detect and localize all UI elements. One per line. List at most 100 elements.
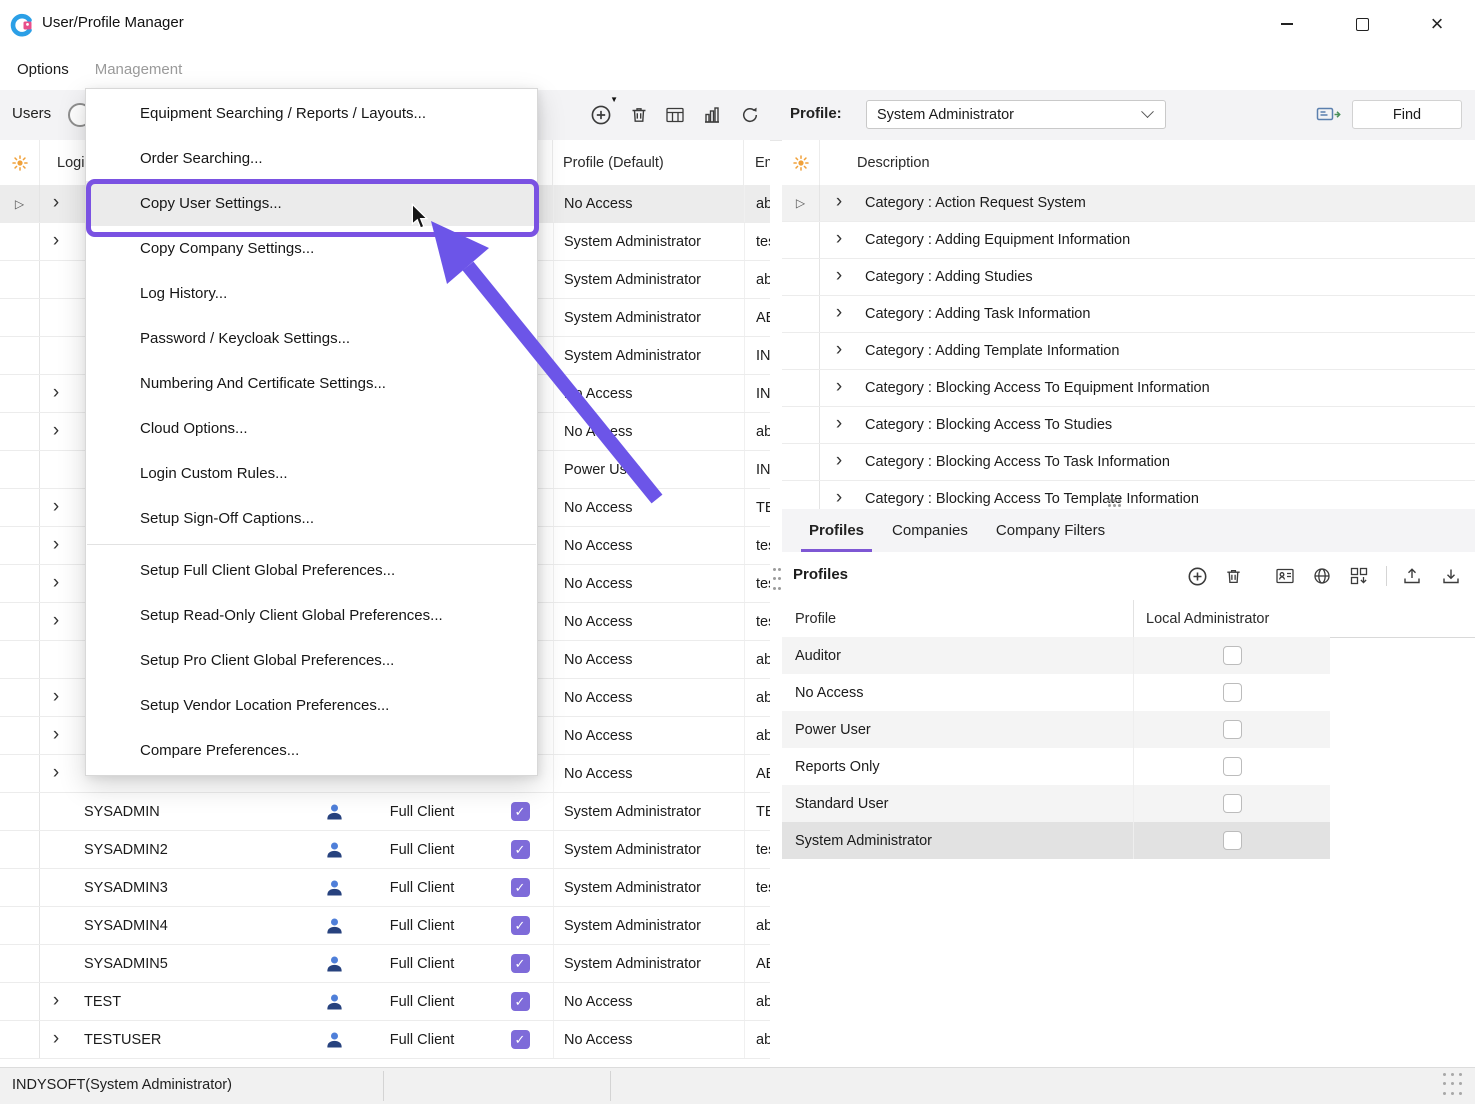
- expand-chevron-icon[interactable]: ›: [820, 481, 858, 509]
- user-table-row[interactable]: ▷ › SYSADMIN2 Full Client ✓ System Admin…: [0, 831, 770, 869]
- enabled-checkbox[interactable]: ✓: [487, 831, 553, 868]
- enabled-checkbox[interactable]: ✓: [487, 907, 553, 944]
- unchecked-checkbox[interactable]: [1223, 646, 1242, 665]
- column-header-profile[interactable]: Profile: [782, 600, 1133, 637]
- profile-dropdown[interactable]: System Administrator: [866, 100, 1166, 129]
- menu-item[interactable]: Compare Preferences...: [86, 728, 537, 773]
- menu-item[interactable]: Setup Vendor Location Preferences...: [86, 683, 537, 728]
- expand-chevron-icon[interactable]: ›: [40, 603, 72, 640]
- refresh-button[interactable]: [737, 102, 763, 128]
- profile-row[interactable]: Standard User: [782, 785, 1330, 822]
- copy-profile-icon[interactable]: [1315, 104, 1343, 126]
- unchecked-checkbox[interactable]: [1223, 831, 1242, 850]
- expand-chevron-icon[interactable]: ›: [820, 444, 858, 480]
- expand-chevron-icon[interactable]: ›: [820, 222, 858, 258]
- description-row[interactable]: ▷ › Category : Adding Template Informati…: [782, 333, 1475, 370]
- horizontal-splitter-grip[interactable]: [1108, 499, 1134, 507]
- maximize-button[interactable]: [1339, 0, 1385, 48]
- profile-row[interactable]: Auditor: [782, 637, 1330, 674]
- enabled-checkbox[interactable]: ✓: [487, 869, 553, 906]
- resize-grip[interactable]: [1443, 1073, 1467, 1097]
- unchecked-checkbox[interactable]: [1223, 794, 1242, 813]
- contact-card-button[interactable]: [1272, 563, 1298, 589]
- menu-management[interactable]: Management: [82, 54, 196, 85]
- delete-user-button[interactable]: [626, 102, 652, 128]
- expand-chevron-icon[interactable]: ›: [40, 565, 72, 602]
- expand-chevron-icon[interactable]: ›: [40, 527, 72, 564]
- grid-columns-button[interactable]: [662, 102, 688, 128]
- tab-profiles[interactable]: Profiles: [795, 509, 878, 552]
- profile-row[interactable]: Reports Only: [782, 748, 1330, 785]
- checked-checkbox-icon[interactable]: ✓: [511, 878, 530, 897]
- expand-chevron-icon[interactable]: ›: [820, 259, 858, 295]
- checked-checkbox-icon[interactable]: ✓: [511, 1030, 530, 1049]
- unchecked-checkbox[interactable]: [1223, 720, 1242, 739]
- add-user-button[interactable]: ▼: [588, 102, 614, 128]
- checked-checkbox-icon[interactable]: ✓: [511, 802, 530, 821]
- menu-item[interactable]: Numbering And Certificate Settings...: [86, 361, 537, 406]
- enabled-checkbox[interactable]: ✓: [487, 793, 553, 830]
- unchecked-checkbox[interactable]: [1223, 683, 1242, 702]
- description-row[interactable]: ▷ › Category : Blocking Access To Studie…: [782, 407, 1475, 444]
- tab-companies[interactable]: Companies: [878, 509, 982, 552]
- profile-row[interactable]: No Access: [782, 674, 1330, 711]
- menu-item[interactable]: Equipment Searching / Reports / Layouts.…: [86, 91, 537, 136]
- expand-chevron-icon[interactable]: ›: [40, 489, 72, 526]
- menu-item[interactable]: Copy User Settings...: [86, 181, 537, 226]
- expand-chevron-icon[interactable]: ›: [40, 185, 72, 222]
- menu-item[interactable]: Copy Company Settings...: [86, 226, 537, 271]
- menu-item[interactable]: Password / Keycloak Settings...: [86, 316, 537, 361]
- description-row[interactable]: ▷ › Category : Blocking Access To Task I…: [782, 444, 1475, 481]
- menu-item[interactable]: Login Custom Rules...: [86, 451, 537, 496]
- expand-chevron-icon[interactable]: ›: [40, 983, 72, 1020]
- enabled-checkbox[interactable]: ✓: [487, 945, 553, 982]
- checked-checkbox-icon[interactable]: ✓: [511, 992, 530, 1011]
- expand-chevron-icon[interactable]: ›: [40, 223, 72, 260]
- expand-chevron-icon[interactable]: ›: [40, 755, 72, 792]
- settings-sun-icon[interactable]: [0, 140, 40, 185]
- column-header-description[interactable]: Description: [820, 140, 1475, 185]
- user-table-row[interactable]: ▷ › SYSADMIN4 Full Client ✓ System Admin…: [0, 907, 770, 945]
- add-profile-button[interactable]: [1184, 563, 1210, 589]
- find-button[interactable]: Find: [1352, 100, 1462, 129]
- vertical-splitter-grip[interactable]: [773, 568, 780, 594]
- user-table-row[interactable]: ▷ › TESTUSER Full Client ✓ No Access ab: [0, 1021, 770, 1059]
- expand-chevron-icon[interactable]: ›: [40, 679, 72, 716]
- menu-options[interactable]: Options: [4, 54, 82, 85]
- expand-chevron-icon[interactable]: ›: [820, 407, 858, 443]
- settings-sun-icon[interactable]: [782, 140, 820, 185]
- user-table-row[interactable]: ▷ › TEST Full Client ✓ No Access ab: [0, 983, 770, 1021]
- menu-item[interactable]: Setup Sign-Off Captions...: [86, 496, 537, 541]
- user-table-row[interactable]: ▷ › SYSADMIN3 Full Client ✓ System Admin…: [0, 869, 770, 907]
- expand-chevron-icon[interactable]: ›: [40, 375, 72, 412]
- chart-button[interactable]: [699, 102, 725, 128]
- menu-item[interactable]: Cloud Options...: [86, 406, 537, 451]
- description-row[interactable]: ▷ › Category : Action Request System: [782, 185, 1475, 222]
- description-row[interactable]: ▷ › Category : Adding Equipment Informat…: [782, 222, 1475, 259]
- menu-item[interactable]: Order Searching...: [86, 136, 537, 181]
- globe-button[interactable]: [1309, 563, 1335, 589]
- user-table-row[interactable]: ▷ › SYSADMIN Full Client ✓ System Admini…: [0, 793, 770, 831]
- expand-chevron-icon[interactable]: ›: [820, 370, 858, 406]
- expand-chevron-icon[interactable]: ›: [40, 413, 72, 450]
- user-table-row[interactable]: ▷ › SYSADMIN5 Full Client ✓ System Admin…: [0, 945, 770, 983]
- menu-item[interactable]: Log History...: [86, 271, 537, 316]
- column-header-email[interactable]: Em: [744, 140, 770, 185]
- profile-row[interactable]: Power User: [782, 711, 1330, 748]
- minimize-button[interactable]: [1264, 0, 1310, 48]
- expand-chevron-icon[interactable]: ›: [820, 296, 858, 332]
- expand-chevron-icon[interactable]: ›: [40, 717, 72, 754]
- checked-checkbox-icon[interactable]: ✓: [511, 916, 530, 935]
- enabled-checkbox[interactable]: ✓: [487, 983, 553, 1020]
- menu-item[interactable]: Setup Pro Client Global Preferences...: [86, 638, 537, 683]
- description-row[interactable]: ▷ › Category : Blocking Access To Equipm…: [782, 370, 1475, 407]
- unchecked-checkbox[interactable]: [1223, 757, 1242, 776]
- import-button[interactable]: [1438, 563, 1464, 589]
- menu-item[interactable]: Setup Read-Only Client Global Preference…: [86, 593, 537, 638]
- add-dropdown-caret-icon[interactable]: ▼: [610, 95, 618, 104]
- grid-add-button[interactable]: [1346, 563, 1372, 589]
- checked-checkbox-icon[interactable]: ✓: [511, 840, 530, 859]
- expand-chevron-icon[interactable]: ›: [820, 185, 858, 221]
- delete-profile-button[interactable]: [1220, 563, 1246, 589]
- description-row[interactable]: ▷ › Category : Adding Task Information: [782, 296, 1475, 333]
